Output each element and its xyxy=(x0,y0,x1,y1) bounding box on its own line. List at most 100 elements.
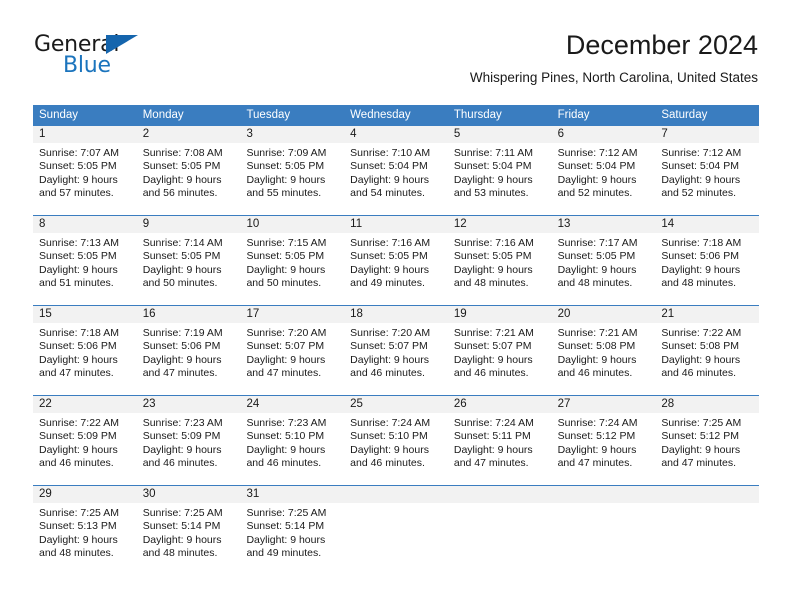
day-details: Sunrise: 7:13 AM Sunset: 5:05 PM Daylight:… xyxy=(33,233,137,291)
calendar-day-cell[interactable]: 8 Sunrise: 7:13 AM Sunset: 5:05 PM Daylight… xyxy=(33,216,137,305)
calendar-day-cell[interactable]: 17 Sunrise: 7:20 AM Sunset: 5:07 PM Dayligh… xyxy=(240,306,345,395)
day-details: Sunrise: 7:09 AM Sunset: 5:05 PM Daylight:… xyxy=(240,143,344,201)
day-number: 14 xyxy=(655,216,760,233)
weekday-header-thursday: Thursday xyxy=(453,109,502,121)
day-number: 9 xyxy=(136,216,241,233)
calendar-day-cell[interactable]: 9 Sunrise: 7:14 AM Sunset: 5:05 PM Daylight… xyxy=(136,216,241,305)
sunrise-text: Sunrise: 7:20 AM xyxy=(350,327,431,339)
sunset-text: Sunset: 5:14 PM xyxy=(142,520,221,533)
calendar-week-cells: 1 Sunrise: 7:07 AM Sunset: 5:05 PM Daylight… xyxy=(33,126,760,215)
sunrise-text: Sunrise: 7:25 AM xyxy=(39,507,119,519)
calendar-day-cell[interactable]: 14 Sunrise: 7:18 AM Sunset: 5:06 PM Dayligh… xyxy=(655,216,760,305)
daylight-text-line2: and 55 minutes. xyxy=(246,187,322,200)
sunset-text: Sunset: 5:05 PM xyxy=(246,250,325,263)
daylight-text-line1: Daylight: 9 hours xyxy=(246,173,326,186)
calendar-week-cells: 29 Sunrise: 7:25 AM Sunset: 5:13 PM Dayligh… xyxy=(33,486,760,575)
daylight-text-line1: Daylight: 9 hours xyxy=(39,353,118,366)
sunset-text: Sunset: 5:12 PM xyxy=(661,430,739,443)
sunset-text: Sunset: 5:10 PM xyxy=(350,430,428,443)
calendar-day-cell[interactable]: 25 Sunrise: 7:24 AM Sunset: 5:10 PM Dayligh… xyxy=(344,396,448,485)
page-subtitle: Whispering Pines, North Carolina, United… xyxy=(469,70,758,85)
calendar-day-cell[interactable]: 20 Sunrise: 7:21 AM Sunset: 5:08 PM Dayligh… xyxy=(551,306,656,395)
day-details: Sunrise: 7:15 AM Sunset: 5:05 PM Daylight:… xyxy=(240,233,344,291)
calendar-day-cell[interactable]: 6 Sunrise: 7:12 AM Sunset: 5:04 PM Daylight… xyxy=(551,126,656,215)
calendar-day-cell[interactable]: 21 Sunrise: 7:22 AM Sunset: 5:08 PM Dayligh… xyxy=(655,306,760,395)
day-details: Sunrise: 7:07 AM Sunset: 5:05 PM Daylight:… xyxy=(33,143,137,201)
calendar-day-cell[interactable]: 10 Sunrise: 7:15 AM Sunset: 5:05 PM Dayligh… xyxy=(240,216,345,305)
sunrise-text: Sunrise: 7:07 AM xyxy=(39,147,119,159)
daylight-text-line2: and 46 minutes. xyxy=(246,457,322,470)
sunset-text: Sunset: 5:06 PM xyxy=(661,250,739,263)
calendar-day-cell[interactable]: 2 Sunrise: 7:08 AM Sunset: 5:05 PM Daylight… xyxy=(136,126,241,215)
calendar-day-cell[interactable]: 18 Sunrise: 7:20 AM Sunset: 5:07 PM Dayligh… xyxy=(344,306,448,395)
daylight-text-line2: and 46 minutes. xyxy=(142,457,218,470)
sunrise-text: Sunrise: 7:25 AM xyxy=(142,507,223,519)
sunrise-text: Sunrise: 7:21 AM xyxy=(557,327,638,339)
daylight-text-line2: and 47 minutes. xyxy=(453,457,529,470)
calendar-day-cell[interactable]: 27 Sunrise: 7:24 AM Sunset: 5:12 PM Dayligh… xyxy=(551,396,656,485)
daylight-text-line2: and 48 minutes. xyxy=(142,547,218,560)
daylight-text-line1: Daylight: 9 hours xyxy=(661,353,741,366)
sunrise-text: Sunrise: 7:22 AM xyxy=(661,327,742,339)
weekday-header-monday: Monday xyxy=(142,109,184,121)
calendar-day-cell[interactable]: 23 Sunrise: 7:23 AM Sunset: 5:09 PM Dayligh… xyxy=(136,396,241,485)
calendar-day-cell[interactable]: 4 Sunrise: 7:10 AM Sunset: 5:04 PM Daylight… xyxy=(344,126,448,215)
calendar-grid: Sunday Monday Tuesday Wednesday Thursday Frid… xyxy=(33,105,760,575)
calendar-day-cell[interactable]: 22 Sunrise: 7:22 AM Sunset: 5:09 PM Dayligh… xyxy=(33,396,137,485)
daylight-text-line1: Daylight: 9 hours xyxy=(39,533,118,546)
calendar-day-cell[interactable]: 3 Sunrise: 7:09 AM Sunset: 5:05 PM Daylight… xyxy=(240,126,345,215)
daylight-text-line1: Daylight: 9 hours xyxy=(39,443,118,456)
daylight-text-line2: and 49 minutes. xyxy=(350,277,425,290)
day-number: 1 xyxy=(33,126,137,143)
calendar-day-cell[interactable]: 5 Sunrise: 7:11 AM Sunset: 5:04 PM Daylight… xyxy=(447,126,552,215)
daylight-text-line2: and 46 minutes. xyxy=(39,457,114,470)
sunrise-text: Sunrise: 7:10 AM xyxy=(350,147,431,159)
day-details: Sunrise: 7:25 AM Sunset: 5:14 PM Daylight:… xyxy=(240,503,344,561)
day-details xyxy=(552,503,656,507)
calendar-day-cell[interactable]: 26 Sunrise: 7:24 AM Sunset: 5:11 PM Dayligh… xyxy=(447,396,552,485)
calendar-day-cell[interactable]: 30 Sunrise: 7:25 AM Sunset: 5:14 PM Dayligh… xyxy=(136,486,241,575)
calendar-day-cell[interactable]: 29 Sunrise: 7:25 AM Sunset: 5:13 PM Dayligh… xyxy=(33,486,137,575)
daylight-text-line1: Daylight: 9 hours xyxy=(246,263,326,276)
calendar-day-cell[interactable]: 12 Sunrise: 7:16 AM Sunset: 5:05 PM Dayligh… xyxy=(447,216,552,305)
sunset-text: Sunset: 5:11 PM xyxy=(453,430,531,443)
sunrise-text: Sunrise: 7:24 AM xyxy=(557,417,638,429)
calendar-day-cell[interactable]: 13 Sunrise: 7:17 AM Sunset: 5:05 PM Dayligh… xyxy=(551,216,656,305)
calendar-day-cell[interactable]: 31 Sunrise: 7:25 AM Sunset: 5:14 PM Dayligh… xyxy=(240,486,345,575)
day-number: 19 xyxy=(447,306,552,323)
calendar-day-cell[interactable]: 24 Sunrise: 7:23 AM Sunset: 5:10 PM Dayligh… xyxy=(240,396,345,485)
calendar-day-cell[interactable]: 19 Sunrise: 7:21 AM Sunset: 5:07 PM Dayligh… xyxy=(447,306,552,395)
sunrise-text: Sunrise: 7:13 AM xyxy=(39,237,119,249)
sunset-text: Sunset: 5:04 PM xyxy=(557,160,636,173)
calendar-day-cell[interactable]: 1 Sunrise: 7:07 AM Sunset: 5:05 PM Daylight… xyxy=(33,126,137,215)
daylight-text-line1: Daylight: 9 hours xyxy=(142,263,222,276)
day-number: 15 xyxy=(33,306,137,323)
calendar-day-cell[interactable]: 16 Sunrise: 7:19 AM Sunset: 5:06 PM Dayligh… xyxy=(136,306,241,395)
day-number: 17 xyxy=(240,306,345,323)
calendar-week-row: 1 Sunrise: 7:07 AM Sunset: 5:05 PM Daylight… xyxy=(33,126,760,215)
general-blue-logo[interactable]: General Blue xyxy=(34,32,164,88)
day-number: 31 xyxy=(240,486,345,503)
day-details: Sunrise: 7:22 AM Sunset: 5:08 PM Daylight:… xyxy=(655,323,759,381)
day-details: Sunrise: 7:22 AM Sunset: 5:09 PM Daylight:… xyxy=(33,413,137,471)
calendar-day-cell[interactable]: 28 Sunrise: 7:25 AM Sunset: 5:12 PM Dayligh… xyxy=(655,396,760,485)
day-number: 13 xyxy=(551,216,656,233)
day-number: 26 xyxy=(447,396,552,413)
day-number: 16 xyxy=(136,306,241,323)
sunrise-text: Sunrise: 7:17 AM xyxy=(557,237,638,249)
calendar-week-row: 29 Sunrise: 7:25 AM Sunset: 5:13 PM Dayligh… xyxy=(33,485,760,575)
calendar-day-cell[interactable]: 15 Sunrise: 7:18 AM Sunset: 5:06 PM Dayligh… xyxy=(33,306,137,395)
page-header: General Blue December 2024 Whispering Pi… xyxy=(34,28,758,98)
sunset-text: Sunset: 5:09 PM xyxy=(39,430,117,443)
weekday-header-tuesday: Tuesday xyxy=(246,109,291,121)
day-number: 29 xyxy=(33,486,137,503)
day-number xyxy=(655,486,760,503)
sunrise-text: Sunrise: 7:14 AM xyxy=(142,237,223,249)
sunrise-text: Sunrise: 7:15 AM xyxy=(246,237,327,249)
calendar-empty-cell xyxy=(655,486,760,575)
logo-triangle-icon xyxy=(106,35,138,54)
calendar-day-cell[interactable]: 11 Sunrise: 7:16 AM Sunset: 5:05 PM Dayligh… xyxy=(344,216,448,305)
sunset-text: Sunset: 5:07 PM xyxy=(350,340,428,353)
daylight-text-line2: and 48 minutes. xyxy=(453,277,529,290)
calendar-day-cell[interactable]: 7 Sunrise: 7:12 AM Sunset: 5:04 PM Daylight… xyxy=(655,126,760,215)
